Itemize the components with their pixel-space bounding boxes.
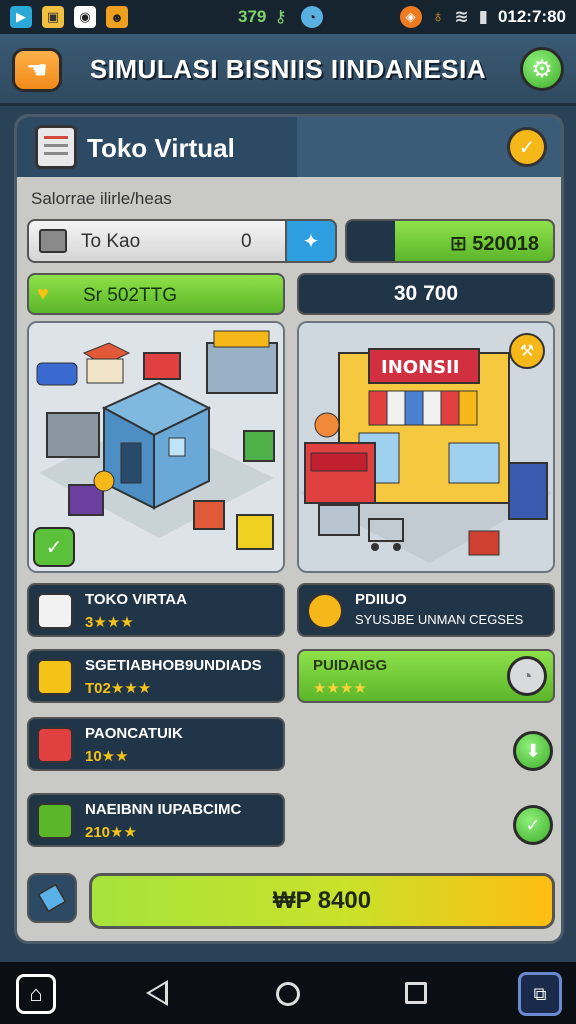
house-icon: ⌂: [29, 981, 43, 1006]
shop-scene-left[interactable]: ✓: [27, 321, 285, 573]
panel-title: Toko Virtual: [87, 133, 235, 163]
tools-button[interactable]: [27, 873, 77, 923]
item-name: PUIDAIGG: [313, 657, 388, 674]
check-icon: ✓: [518, 136, 536, 159]
game-icon: ☻: [106, 6, 128, 28]
check-icon: ✓: [525, 814, 541, 835]
status-number: 379: [238, 7, 267, 26]
revenue-label: Sr 502TTG: [83, 285, 177, 306]
list-item-sgetia[interactable]: SGETIABHOB9UNDIADS T02★★★: [27, 649, 285, 703]
list-item-pdiiuo[interactable]: PDIIUO SYUSJBE UNMAN CEGSES: [297, 583, 555, 637]
revenue-bar: ♥ Sr 502TTG: [27, 273, 285, 315]
sparkle-icon: ✦: [302, 230, 320, 253]
item-stars: 10★★: [85, 748, 129, 765]
cash-counter: ⊞ 520018: [345, 219, 555, 263]
settings-button[interactable]: ⚙: [520, 47, 564, 91]
cash-stack-icon: [37, 659, 73, 695]
item-name: TOKO VIRTAA: [85, 591, 187, 608]
back-button[interactable]: ☚: [12, 48, 62, 92]
download-button[interactable]: ⬇: [513, 731, 553, 771]
coins-icon: [307, 593, 343, 629]
item-stars: 3★★★: [85, 614, 134, 631]
youtube-icon: ▶: [10, 6, 32, 28]
cash-value: ⊞ 520018: [449, 233, 539, 255]
tool-icon: ⚒: [519, 343, 535, 360]
crop-icon: ⧉: [533, 983, 547, 1004]
gear-icon: ⚙: [531, 55, 553, 83]
heart-icon: ♥: [37, 283, 49, 305]
shop-scene-right[interactable]: INONSII ⚒: [297, 321, 555, 573]
shield-icon: ◈: [399, 6, 422, 28]
panel-subtitle: Salorrae ilirle/heas: [31, 189, 172, 208]
shop-panel: Toko Virtual ✓ Salorrae ilirle/heas To K…: [14, 114, 564, 944]
list-item-toko[interactable]: TOKO VIRTAA 3★★★: [27, 583, 285, 637]
key-icon: ⚷: [274, 7, 287, 26]
shop-name-label: To Kao: [81, 231, 141, 252]
item-name: SGETIABHOB9UNDIADS: [85, 657, 262, 674]
buy-button[interactable]: ₩P 8400: [89, 873, 555, 929]
system-nav-bar: ⌂ ⧉: [0, 962, 576, 1024]
app-title: SIMULASI BISNIIS IINDANESIA: [89, 54, 487, 84]
camera-icon: ◉: [74, 6, 96, 28]
arrow-down-icon: ⬇: [525, 740, 541, 761]
item-description: SYUSJBE UNMAN CEGSES: [355, 612, 524, 627]
status-time: 012:7:80: [497, 7, 566, 26]
recent-apps-icon[interactable]: [405, 982, 427, 1004]
confirm-button[interactable]: ✓: [507, 127, 547, 167]
back-triangle-icon[interactable]: [146, 980, 168, 1006]
status-bar: ▶ ▣ ◉ ☻ 379 ⚷ ◔ ◈ ♁ ≋ ▮ 012:7:80: [0, 0, 576, 34]
list-item-puidaigg[interactable]: PUIDAIGG ★★★★ ◔: [297, 649, 555, 703]
hammer-icon: [36, 882, 68, 914]
gift-icon: [37, 593, 73, 629]
add-button[interactable]: ✦: [285, 219, 337, 263]
speech-bubble-icon: ◔: [521, 665, 533, 686]
list-item-paoncatuik[interactable]: PAONCATUIK 10★★: [27, 717, 285, 771]
item-stars: 210★★: [85, 824, 137, 841]
item-name: PDIIUO: [355, 591, 407, 608]
store-sign: INONSII: [381, 357, 460, 378]
chat-button[interactable]: ◔: [507, 656, 547, 696]
favorite-button[interactable]: ⚒: [509, 333, 545, 369]
image-icon: ▣: [42, 6, 64, 28]
stock-counter: 30 700: [297, 273, 555, 315]
alarm-icon: ♁: [431, 7, 445, 26]
box-icon: [39, 229, 67, 253]
plant-icon: [37, 803, 73, 839]
clock-icon: ◔: [300, 6, 323, 28]
document-icon: [35, 125, 77, 169]
list-item-naeibnn[interactable]: NAEIBNN IUPABCIMC 210★★: [27, 793, 285, 847]
home-circle-icon[interactable]: [276, 982, 300, 1006]
shop-name-value: 0: [241, 231, 252, 252]
item-name: NAEIBNN IUPABCIMC: [85, 801, 242, 818]
home-app-button[interactable]: ⌂: [16, 974, 56, 1014]
confirm-scene-button[interactable]: ✓: [33, 527, 75, 567]
accept-button[interactable]: ✓: [513, 805, 553, 845]
item-stars: ★★★★: [313, 680, 367, 697]
app-header: ☚ SIMULASI BISNIIS IINDANESIA ⚙: [0, 34, 576, 106]
screenshot-button[interactable]: ⧉: [518, 972, 562, 1016]
crate-icon: [37, 727, 73, 763]
check-icon: ✓: [45, 536, 63, 559]
battery-icon: ▮: [478, 7, 488, 26]
hand-pointer-icon: ☚: [26, 56, 48, 84]
panel-header: Toko Virtual ✓: [17, 117, 561, 177]
shop-name-field[interactable]: To Kao 0 ✦: [27, 219, 337, 263]
item-stars: T02★★★: [85, 680, 152, 697]
item-name: PAONCATUIK: [85, 725, 183, 742]
wifi-icon: ≋: [454, 7, 469, 26]
